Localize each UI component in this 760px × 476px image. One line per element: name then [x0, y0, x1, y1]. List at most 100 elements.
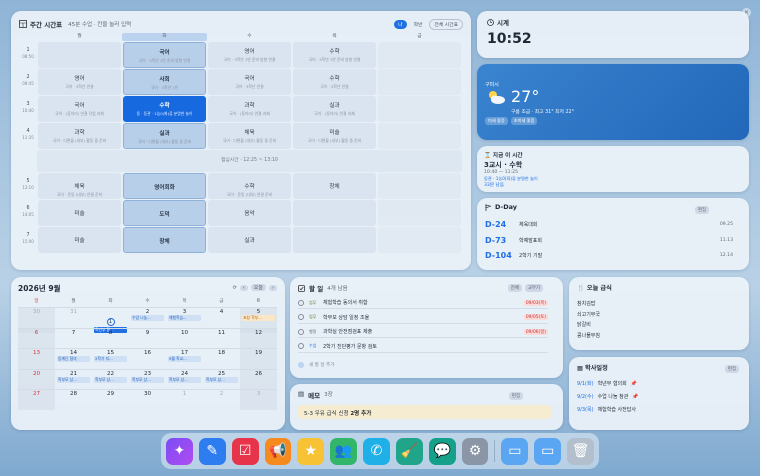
calendar-day[interactable]: 12	[240, 327, 277, 348]
calendar-day[interactable]: 3	[240, 389, 277, 410]
calendar-day[interactable]: 1	[166, 389, 203, 410]
calendar-day[interactable]: 30	[129, 389, 166, 410]
dday-item[interactable]: D-73 학예발표회 11.13	[485, 236, 733, 245]
calendar-event[interactable]: 학부모 상...	[205, 376, 238, 383]
timetable-cell[interactable]: 미술	[38, 200, 121, 226]
view-class-button[interactable]: 학반	[410, 20, 427, 29]
dday-edit-button[interactable]: 편집	[695, 206, 710, 214]
calendar-day[interactable]: 24 학부모 상...	[166, 368, 203, 390]
calendar-event[interactable]: 표창 학부...	[242, 315, 275, 321]
refresh-icon[interactable]: ⟳	[233, 285, 237, 291]
calendar-day[interactable]: 21 학부모 상...	[55, 368, 92, 390]
ai-assistant-icon[interactable]: ✦	[166, 437, 193, 465]
calendar-day[interactable]: 17 9월 학교...	[166, 348, 203, 369]
calendar-event[interactable]: 동계단 협의	[57, 356, 90, 362]
todo-item[interactable]: 행정 과학실 안전점검표 제출 09/06(일)	[298, 326, 548, 338]
timetable-cell[interactable]: 국어 국어 · 3학년 1반 준비 방향 연결	[123, 42, 206, 68]
folder-icon[interactable]: ▭	[534, 437, 562, 465]
calendar-day[interactable]: 15 2학기 지...	[92, 348, 129, 369]
calendar-day[interactable]: 13	[18, 348, 55, 369]
calendar-day[interactable]: 20	[18, 368, 55, 389]
calendar-day[interactable]: 18	[203, 348, 240, 369]
calendar-event[interactable]: 학부모 상...	[57, 376, 90, 383]
todo-checkbox[interactable]	[298, 328, 304, 335]
checklist-icon[interactable]: ☑	[231, 437, 259, 465]
calendar-day[interactable]: 28	[55, 389, 92, 410]
timetable-cell[interactable]: 실과	[208, 227, 291, 253]
calendar-day[interactable]: 7	[55, 327, 92, 349]
timetable-cell[interactable]: 음악	[208, 200, 291, 226]
calendar-day[interactable]: 9	[129, 327, 166, 349]
calendar-day[interactable]: 23 학부모 상...	[129, 368, 166, 390]
dday-item[interactable]: D-104 2학기 기말 12.14	[485, 251, 733, 260]
todo-item[interactable]: 수업 2학기 진단평가 문항 검토	[298, 341, 548, 353]
timetable-cell[interactable]: 수학 국어 · 3학년 연결	[293, 69, 376, 95]
phone-icon[interactable]: ✆	[363, 437, 390, 465]
weather-widget[interactable]: 구미시 27° 구름 조금 · 최고 31° 최저 22° 미세 좋음 초미세 …	[477, 64, 749, 140]
calendar-event[interactable]: 학부모 상...	[131, 376, 164, 383]
todo-item[interactable]: 업무 체험학습 동의서 취합 09/03(목)	[298, 297, 548, 309]
timetable-cell[interactable]: 창체	[293, 173, 376, 199]
timetable-cell[interactable]: 과학 국어 · 디편물 (내부) 활동 중 준비	[38, 123, 121, 149]
view-me-button[interactable]: 나	[394, 19, 407, 29]
dday-item[interactable]: D-24 체육대회 09.25	[485, 220, 733, 229]
todo-checkbox[interactable]	[298, 343, 304, 349]
timetable-cell[interactable]: 실과 국어 · 디편물 (내부) 활동 중 준비	[123, 123, 206, 149]
timetable-cell[interactable]: 수학 국어 · 3학년 1반 준비 방향 연결	[293, 42, 376, 68]
memo-note[interactable]: 5-3 우유 급식 신청 2명 추가	[298, 405, 551, 419]
timetable-cell[interactable]	[293, 227, 376, 253]
timetable-cell[interactable]	[378, 96, 461, 122]
timetable-cell[interactable]	[293, 200, 376, 226]
timetable-cell[interactable]: 창체	[123, 227, 206, 253]
timetable-cell[interactable]	[378, 42, 461, 68]
pen-notes-icon[interactable]: ✎	[198, 437, 226, 465]
cleanup-icon[interactable]: 🧹	[395, 437, 423, 465]
calendar-event[interactable]: 9월 학교...	[168, 356, 201, 362]
folder-icon[interactable]: ▭	[501, 437, 529, 465]
timetable-cell[interactable]: 도덕	[123, 200, 206, 226]
timetable-cell[interactable]	[378, 69, 461, 95]
favorites-icon[interactable]: ★	[297, 437, 325, 465]
today-button[interactable]: 오늘	[250, 284, 266, 291]
current-class-widget[interactable]: ⌛ 지금 이 시간 3교시 · 수학 10:40 — 11:25 동관 · 1능…	[477, 146, 749, 192]
timetable-cell[interactable]: 국어 국어 · 3학년 연결	[208, 69, 291, 95]
calendar-day[interactable]: 10	[166, 327, 203, 349]
timetable-cell[interactable]	[378, 123, 461, 149]
calendar-event[interactable]: 학부모 상...	[168, 376, 201, 383]
prev-month-button[interactable]: ‹	[239, 284, 248, 291]
calendar-day[interactable]: 16	[129, 348, 166, 369]
trash-icon[interactable]: 🗑	[567, 437, 594, 465]
messages-icon[interactable]: 💬	[428, 437, 456, 465]
todo-add[interactable]: 새 할 일 추가	[298, 362, 335, 368]
timetable-cell[interactable]	[378, 227, 461, 253]
calendar-event[interactable]: 수업 나눔...	[131, 315, 164, 321]
todo-filter-all[interactable]: 전체	[507, 284, 522, 292]
calendar-event[interactable]: 체험학습...	[168, 315, 201, 321]
timetable-cell[interactable]: 수학 국어 · 운동 (내부) 연결 준비	[208, 173, 291, 199]
calendar-day[interactable]: 22 학부모 상...	[92, 368, 129, 390]
calendar-day[interactable]: 25 학부모 상...	[203, 368, 240, 390]
calendar-day[interactable]: 19	[240, 348, 277, 369]
timetable-cell[interactable]: 체육 국어 · 운동 (내부) 연결 준비	[38, 173, 121, 199]
calendar-day[interactable]: 6	[18, 327, 55, 348]
timetable-cell[interactable]: 사회 국어 · 3학년 1반	[123, 69, 206, 95]
todo-checkbox[interactable]	[298, 299, 304, 306]
schedule-edit-button[interactable]: 편집	[724, 365, 739, 373]
timetable-cell[interactable]: 영어 국어 · 3학년 1반 준비 방향 연결	[208, 42, 291, 68]
timetable-cell[interactable]: 실과 국어 · (동아리) 연결 과제	[293, 96, 376, 122]
timetable-cell[interactable]	[38, 42, 121, 68]
timetable-cell[interactable]: 수학 동 · 동관 · 1능0(화)류 분명한 놀이	[123, 96, 206, 122]
timetable-cell[interactable]: 영어 국어 · 3학년 연결	[38, 69, 121, 95]
timetable-cell[interactable]: 미술 국어 · 디편물 (내부) 활동 중 준비	[293, 123, 376, 149]
calendar-day[interactable]: 27	[18, 389, 55, 410]
calendar-event[interactable]: 2학기 지...	[94, 356, 127, 362]
schedule-item[interactable]: 9/2(수) 수업 나눔 참관 📌	[577, 393, 639, 401]
schedule-item[interactable]: 9/3(목) 체험학습 사전답사	[577, 406, 636, 413]
contacts-icon[interactable]: 👥	[330, 437, 358, 465]
timetable-cell[interactable]: 과학 국어 · (동아리) 연결 과제	[208, 96, 291, 122]
view-all-button[interactable]: 전체 시간표	[429, 18, 463, 30]
timetable-cell[interactable]: 체육 국어 · 디편물 (내부) 활동 중 준비	[208, 123, 291, 149]
calendar-day[interactable]: 2	[203, 389, 240, 410]
timetable-cell[interactable]: 미술	[38, 227, 121, 253]
schedule-item[interactable]: 9/1(화) 학년부 협의회 📌	[577, 380, 637, 388]
